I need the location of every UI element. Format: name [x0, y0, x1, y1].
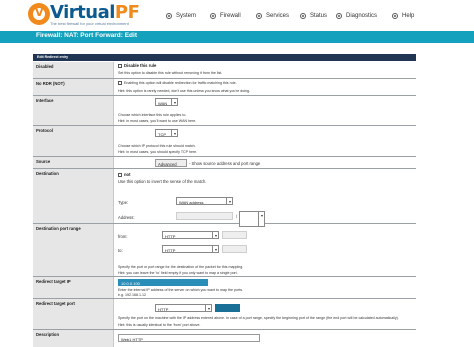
destination-label: Destination	[33, 169, 114, 223]
description-input[interactable]: Web1 HTTP	[118, 334, 260, 342]
destination-type-label: Type:	[118, 200, 129, 205]
interface-label: Interface	[33, 96, 114, 125]
chevron-down-icon	[212, 246, 218, 253]
description-label: Description	[33, 330, 114, 347]
redirect-port-input[interactable]	[215, 304, 240, 312]
protocol-select[interactable]: TCP	[155, 129, 178, 137]
disabled-label: Disabled	[33, 62, 114, 78]
nordr-checkbox[interactable]	[118, 81, 122, 85]
interface-hint: Hint: in most cases, you'll want to use …	[118, 119, 197, 123]
nav-firewall[interactable]: Firewall	[210, 10, 241, 22]
diagnostics-icon	[336, 13, 342, 19]
dest-port-to-input[interactable]	[222, 245, 247, 253]
help-icon	[392, 13, 398, 19]
nav-status[interactable]: Status	[300, 10, 327, 22]
page-title: Firewall: NAT: Port Forward: Edit	[36, 32, 137, 39]
services-icon	[256, 13, 262, 19]
row-description: Description Web1 HTTP	[33, 330, 416, 347]
row-protocol: Protocol TCP Choose which IP protocol th…	[33, 126, 416, 157]
chevron-down-icon	[205, 305, 211, 312]
brand-tagline: The best firewall for your virtual envir…	[50, 21, 129, 26]
nordr-checkbox-label: Enabling this option will disable redire…	[124, 81, 237, 85]
dest-port-to-select[interactable]: HTTP	[162, 245, 219, 253]
redirect-port-label: Redirect target port	[33, 299, 114, 329]
destination-type-select[interactable]: WAN address	[176, 197, 233, 205]
redirect-ip-example: e.g. 192.168.1.12	[118, 293, 146, 297]
dest-port-to-label: to:	[118, 248, 123, 253]
destination-not-label: not	[124, 172, 131, 177]
disabled-help: Set this option to disable this rule wit…	[118, 71, 223, 75]
nordr-help: Hint: this option is rarely needed, don'…	[118, 89, 251, 93]
nav-help[interactable]: Help	[392, 10, 414, 22]
dest-port-from-select[interactable]: HTTP	[162, 231, 219, 239]
destination-not-checkbox[interactable]	[118, 173, 122, 177]
chevron-down-icon	[171, 130, 177, 137]
dest-port-from-input[interactable]	[222, 231, 247, 239]
nordr-label: No RDR (NOT)	[33, 79, 114, 95]
row-interface: Interface WAN Choose which interface thi…	[33, 96, 416, 126]
interface-help: Choose which interface this rule applies…	[118, 113, 187, 117]
row-dest-port-range: Destination port range from: HTTP to: HT…	[33, 224, 416, 277]
nav-services[interactable]: Services	[256, 10, 289, 22]
disabled-checkbox-label: Disable this rule	[124, 63, 157, 68]
firewall-icon	[210, 13, 216, 19]
dest-port-from-label: from:	[118, 234, 128, 239]
row-nordr: No RDR (NOT) Enabling this option will d…	[33, 79, 416, 96]
system-icon	[166, 13, 172, 19]
dest-port-help: Specify the port or port range for the d…	[118, 265, 244, 269]
destination-address-input[interactable]	[176, 212, 233, 220]
page-title-bar: Firewall: NAT: Port Forward: Edit	[0, 31, 474, 43]
redirect-ip-label: Redirect target IP	[33, 277, 114, 298]
dest-port-hint: Hint: you can leave the 'to' field empty…	[118, 271, 238, 275]
interface-select[interactable]: WAN	[155, 98, 178, 106]
row-source: Source Advanced - Show source address an…	[33, 157, 416, 169]
source-label: Source	[33, 157, 114, 168]
dest-port-range-label: Destination port range	[33, 224, 114, 276]
top-bar: V VirtualPF The best firewall for your v…	[0, 0, 474, 31]
redirect-ip-input[interactable]: 10.0.0.100	[118, 279, 208, 286]
destination-not-help: Use this option to invert the sense of t…	[118, 179, 207, 184]
redirect-port-help: Specify the port on the machine with the…	[118, 316, 399, 320]
chevron-down-icon	[171, 99, 177, 106]
protocol-help: Choose which IP protocol this rule shoul…	[118, 144, 196, 148]
destination-address-label: Address:	[118, 215, 135, 220]
chevron-down-icon	[212, 232, 218, 239]
redirect-ip-help: Enter the internal IP address of the ser…	[118, 288, 243, 292]
advanced-button[interactable]: Advanced	[155, 159, 187, 167]
logo[interactable]: V VirtualPF The best firewall for your v…	[28, 2, 140, 28]
protocol-label: Protocol	[33, 126, 114, 156]
destination-slash: /	[236, 214, 238, 219]
protocol-hint: Hint: in most cases, you should specify …	[118, 150, 198, 154]
nav-system[interactable]: System	[166, 10, 196, 22]
nav-diagnostics[interactable]: Diagnostics	[336, 10, 377, 22]
row-destination: Destination not Use this option to inver…	[33, 169, 416, 227]
row-redirect-ip: Redirect target IP 10.0.0.100 Enter the …	[33, 277, 416, 299]
form-header: Edit Redirect entry	[33, 54, 416, 61]
chevron-down-icon	[226, 198, 232, 205]
source-advanced-text: - Show source address and port range	[189, 161, 261, 166]
disabled-checkbox[interactable]	[118, 64, 122, 68]
redirect-port-hint: Hint: this is usually identical to the '…	[118, 323, 201, 327]
status-icon	[300, 13, 306, 19]
brand-name: VirtualPF	[50, 2, 140, 23]
redirect-port-select[interactable]: HTTP	[155, 304, 212, 312]
row-disabled: Disabled Disable this rule Set this opti…	[33, 62, 416, 79]
logo-icon: V	[28, 3, 50, 25]
row-redirect-port: Redirect target port HTTP Specify the po…	[33, 299, 416, 330]
